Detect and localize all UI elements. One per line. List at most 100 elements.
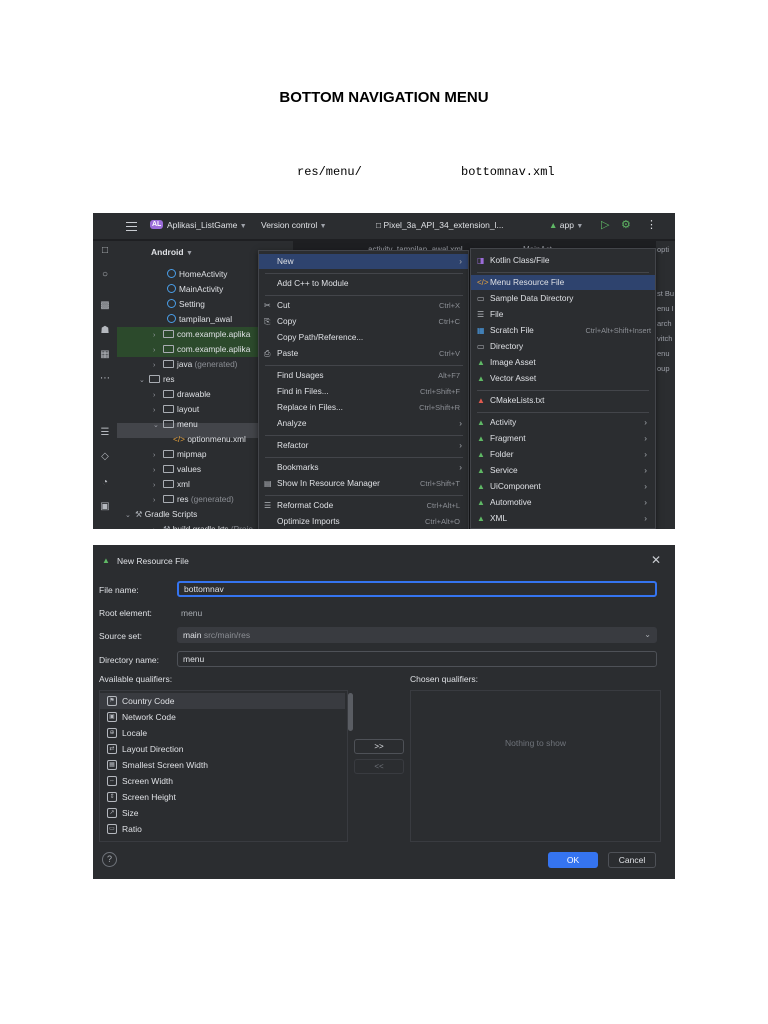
chevron-right-icon[interactable]: › — [153, 478, 163, 493]
chevron-right-icon[interactable]: › — [153, 358, 163, 373]
tree-item[interactable]: ›⚒ build.gradle.kts (Proje — [153, 522, 253, 529]
menu-item-copy-path-reference[interactable]: Copy Path/Reference... — [259, 330, 468, 345]
qualifier-item[interactable]: ⊕ Locale — [100, 725, 345, 741]
menu-item-copy[interactable]: ⎘ Copy Ctrl+C — [259, 314, 468, 329]
structure-icon[interactable]: ▩ — [99, 300, 111, 312]
qualifier-item[interactable]: ⇄ Layout Direction — [100, 741, 345, 757]
menu-item-find-usages[interactable]: Find Usages Alt+F7 — [259, 368, 468, 383]
submenu-item-automotive[interactable]: ▲ Automotive › — [471, 495, 655, 510]
chevron-right-icon[interactable]: ⌄ — [153, 418, 163, 433]
close-icon[interactable]: ✕ — [651, 553, 661, 567]
debug-icon[interactable]: ⚙ — [621, 218, 631, 231]
profiler-icon[interactable]: ◔ — [99, 477, 111, 489]
chevron-right-icon[interactable]: › — [153, 328, 163, 343]
tree-item[interactable]: › com.example.aplika — [153, 327, 250, 342]
menu-item-optimize-imports[interactable]: Optimize Imports Ctrl+Alt+O — [259, 514, 468, 529]
chevron-right-icon[interactable]: ⌄ — [139, 373, 149, 388]
submenu-item-uicomponent[interactable]: ▲ UiComponent › — [471, 479, 655, 494]
chevron-right-icon[interactable]: › — [153, 403, 163, 418]
more-vertical-icon[interactable]: ⋮ — [646, 218, 657, 231]
menu-item-bookmarks[interactable]: Bookmarks › — [259, 460, 468, 475]
ok-button[interactable]: OK — [548, 852, 598, 868]
submenu-item-scratch-file[interactable]: ▦ Scratch File Ctrl+Alt+Shift+Insert — [471, 323, 655, 338]
submenu-item-wear[interactable]: ▲Wear› — [471, 527, 655, 529]
tree-item[interactable]: › mipmap — [153, 447, 207, 462]
tree-item[interactable]: Setting — [167, 297, 205, 312]
commit-icon[interactable]: ○ — [99, 269, 111, 281]
run-config-selector[interactable]: ▲ app ▼ — [549, 220, 583, 230]
chevron-right-icon[interactable]: › — [153, 448, 163, 463]
tree-item[interactable]: MainActivity — [167, 282, 223, 297]
cancel-button[interactable]: Cancel — [608, 852, 656, 868]
tree-item[interactable]: tampilan_awal — [167, 312, 232, 327]
menu-item-new[interactable]: New › — [259, 254, 468, 269]
project-view-selector[interactable]: Android ▼ — [151, 247, 193, 257]
available-qualifiers-list[interactable]: ⚑ Country Code ▣ Network Code ⊕ Locale ⇄ Layout… — [99, 690, 353, 842]
qualifier-item[interactable]: ⇕ Screen Height — [100, 789, 345, 805]
project-selector[interactable]: Aplikasi_ListGame ▼ — [167, 220, 247, 230]
submenu-item-kotlin-class-file[interactable]: ◨ Kotlin Class/File — [471, 253, 655, 268]
device-selector[interactable]: □ Pixel_3a_API_34_extension_l... — [376, 220, 504, 230]
menu-item-analyze[interactable]: Analyze › — [259, 416, 468, 431]
qualifier-item[interactable]: ▦ Smallest Screen Width — [100, 757, 345, 773]
tree-item[interactable]: ⌄ ⚒ Gradle Scripts — [125, 507, 197, 522]
tree-item[interactable]: › com.example.aplika — [153, 342, 250, 357]
gem-icon[interactable]: ◇ — [99, 451, 111, 463]
version-control-selector[interactable]: Version control ▼ — [261, 220, 327, 230]
tree-item[interactable]: › java (generated) — [153, 357, 237, 372]
tree-item[interactable]: › layout — [153, 402, 199, 417]
chevron-right-icon[interactable]: › — [153, 523, 163, 529]
menu-item-reformat-code[interactable]: ☰ Reformat Code Ctrl+Alt+L — [259, 498, 468, 513]
tree-item[interactable]: › drawable — [153, 387, 211, 402]
submenu-item-image-asset[interactable]: ▲ Image Asset — [471, 355, 655, 370]
tree-item[interactable]: </> optionmenu.xml — [173, 432, 246, 447]
device-manager-icon[interactable]: ▣ — [99, 501, 111, 513]
submenu-item-folder[interactable]: ▲ Folder › — [471, 447, 655, 462]
qualifier-item[interactable]: ▭ Ratio — [100, 821, 345, 837]
chevron-right-icon[interactable]: › — [153, 493, 163, 508]
bookmark-icon[interactable]: ☗ — [99, 325, 111, 337]
tree-item[interactable]: › xml — [153, 477, 190, 492]
chevron-right-icon[interactable]: ⌄ — [125, 508, 135, 523]
chosen-qualifiers-list[interactable]: Nothing to show — [410, 690, 661, 842]
remove-qualifier-button[interactable]: << — [354, 759, 404, 774]
chevron-right-icon[interactable]: › — [153, 343, 163, 358]
submenu-item-sample-data-directory[interactable]: ▭ Sample Data Directory — [471, 291, 655, 306]
list-icon[interactable]: ☰ — [99, 427, 111, 439]
directory-name-input[interactable]: menu — [177, 651, 657, 667]
tree-item[interactable]: › values — [153, 462, 201, 477]
resource-manager-icon[interactable]: ▦ — [99, 349, 111, 361]
submenu-item-fragment[interactable]: ▲ Fragment › — [471, 431, 655, 446]
submenu-item-activity[interactable]: ▲ Activity › — [471, 415, 655, 430]
menu-item-find-in-files[interactable]: Find in Files... Ctrl+Shift+F — [259, 384, 468, 399]
chevron-right-icon[interactable]: › — [153, 463, 163, 478]
root-element-value[interactable]: menu — [181, 608, 202, 618]
file-name-input[interactable]: bottomnav — [177, 581, 657, 597]
run-icon[interactable]: ▷ — [601, 218, 609, 231]
add-qualifier-button[interactable]: >> — [354, 739, 404, 754]
submenu-item-directory[interactable]: ▭ Directory — [471, 339, 655, 354]
list-scrollbar[interactable] — [348, 693, 353, 731]
help-button[interactable]: ? — [102, 852, 117, 867]
more-horizontal-icon[interactable]: ⋯ — [99, 373, 111, 385]
menu-item-paste[interactable]: ⎙ Paste Ctrl+V — [259, 346, 468, 361]
tree-item[interactable]: HomeActivity — [167, 267, 227, 282]
main-menu-icon[interactable] — [126, 222, 137, 234]
menu-item-refactor[interactable]: Refactor › — [259, 438, 468, 453]
tree-item[interactable]: ⌄ menu — [153, 417, 198, 432]
menu-item-replace-in-files[interactable]: Replace in Files... Ctrl+Shift+R — [259, 400, 468, 415]
qualifier-item[interactable]: ▣ Network Code — [100, 709, 345, 725]
submenu-item-menu-resource-file[interactable]: </> Menu Resource File — [471, 275, 655, 290]
qualifier-item[interactable]: ⚑ Country Code — [100, 693, 345, 709]
menu-item-cut[interactable]: ✂ Cut Ctrl+X — [259, 298, 468, 313]
menu-item-add-c-to-module[interactable]: Add C++ to Module — [259, 276, 468, 291]
chevron-right-icon[interactable]: › — [153, 388, 163, 403]
source-set-select[interactable]: main src/main/res ⌄ — [177, 627, 657, 643]
qualifier-item[interactable]: ⇔ Screen Width — [100, 773, 345, 789]
folder-icon[interactable]: □ — [99, 245, 111, 257]
submenu-item-xml[interactable]: ▲ XML › — [471, 511, 655, 526]
qualifier-item[interactable]: ↗ Size — [100, 805, 345, 821]
submenu-item-cmakelists-txt[interactable]: ▲ CMakeLists.txt — [471, 393, 655, 408]
submenu-item-vector-asset[interactable]: ▲ Vector Asset — [471, 371, 655, 386]
tree-item[interactable]: ⌄ res — [139, 372, 175, 387]
